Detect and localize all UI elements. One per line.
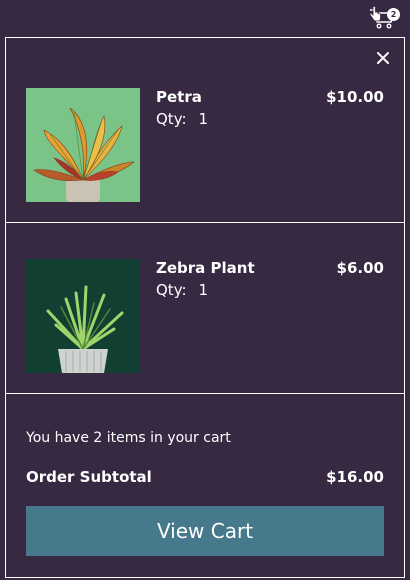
cart-item-petra: Petra Qty: 1 $10.00: [6, 38, 404, 223]
view-cart-button[interactable]: View Cart: [26, 506, 384, 556]
cart-item-count-text: You have 2 items in your cart: [26, 430, 231, 446]
subtotal-label: Order Subtotal: [26, 468, 152, 486]
qty-label: Qty:: [156, 110, 187, 128]
item-quantity: Qty: 1: [156, 110, 208, 128]
item-name[interactable]: Zebra Plant: [156, 259, 255, 277]
croton-plant-image[interactable]: [26, 88, 140, 202]
item-price: $6.00: [336, 259, 384, 277]
item-price: $10.00: [326, 88, 384, 106]
cart-count-badge: 2: [387, 8, 400, 21]
item-name[interactable]: Petra: [156, 88, 202, 106]
subtotal-value: $16.00: [326, 468, 384, 486]
item-quantity: Qty: 1: [156, 281, 208, 299]
zebra-plant-image[interactable]: [26, 259, 140, 373]
cart-button[interactable]: 2: [369, 6, 405, 36]
cart-item-zebra-plant: Zebra Plant Qty: 1 $6.00: [6, 223, 404, 394]
qty-value: 1: [198, 281, 209, 299]
cart-dropdown-panel: Petra Qty: 1 $10.00 Zebra Plant Qty: 1 $…: [5, 37, 405, 578]
qty-label: Qty:: [156, 281, 187, 299]
hand-pointer-icon: [369, 6, 381, 22]
qty-value: 1: [198, 110, 209, 128]
